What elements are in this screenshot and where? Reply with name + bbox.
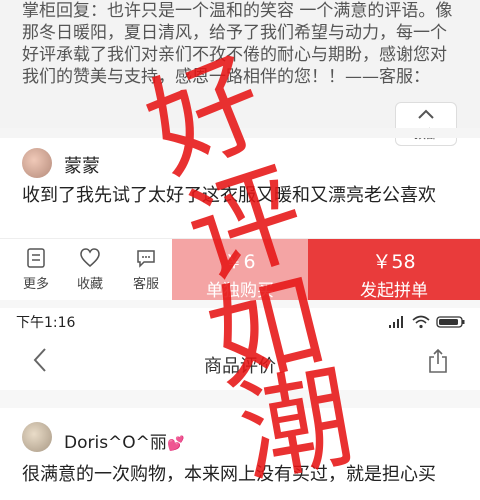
- reviewer-name: Doris^O^丽💕: [64, 428, 184, 453]
- group-label: 发起拼单: [360, 281, 428, 301]
- favorite-label: 收藏: [76, 277, 103, 292]
- heart-emoji-icon: 💕: [166, 436, 185, 452]
- menu-icon: [27, 248, 45, 268]
- avatar[interactable]: [22, 422, 52, 452]
- more-button[interactable]: 更多: [16, 247, 56, 292]
- status-time: 下午1:16: [16, 315, 76, 331]
- bottom-action-bar: 更多 收藏 客服 ￥6 单独购买 ￥58 发起拼单: [0, 238, 480, 301]
- wifi-icon: [412, 315, 430, 329]
- solo-price: ￥6: [224, 251, 256, 273]
- status-icons: [388, 314, 466, 333]
- group-buy-button[interactable]: ￥58 发起拼单: [308, 239, 480, 301]
- page-title: 商品评价: [204, 356, 276, 377]
- section-gap: [0, 390, 480, 408]
- divider: [0, 128, 480, 138]
- battery-icon: [436, 316, 465, 328]
- solo-label: 单独购买: [206, 281, 274, 301]
- upper-screenshot: 掌柜回复：也许只是一个温和的笑容 一个满意的评语。像那冬日暖阳，夏日清风，给予了…: [0, 0, 480, 301]
- favorite-button[interactable]: 收藏: [70, 247, 110, 292]
- share-icon[interactable]: [426, 348, 450, 378]
- navigation-bar: 商品评价: [0, 334, 480, 391]
- more-label: 更多: [22, 277, 49, 292]
- status-bar: 下午1:16: [0, 308, 480, 334]
- buy-alone-button[interactable]: ￥6 单独购买: [172, 239, 308, 301]
- heart-icon: [80, 248, 100, 267]
- group-price: ￥58: [372, 251, 416, 273]
- chat-icon: [137, 250, 155, 268]
- review-comment: 收到了我先试了太好了这衣服又暖和又漂亮老公喜欢: [22, 185, 436, 206]
- signal-icon: [388, 316, 403, 328]
- customer-service-label: 客服: [132, 277, 159, 292]
- customer-service-button[interactable]: 客服: [126, 247, 166, 292]
- seller-reply-text: 掌柜回复：也许只是一个温和的笑容 一个满意的评语。像那冬日暖阳，夏日清风，给予了…: [22, 1, 453, 87]
- back-to-top-button[interactable]: 顶部: [395, 102, 457, 146]
- screenshot-separator: [0, 300, 480, 308]
- avatar[interactable]: [22, 148, 52, 178]
- reviewer-name-text: Doris^O^丽: [64, 433, 167, 453]
- chevron-up-icon: [396, 105, 456, 125]
- review-comment: 很满意的一次购物，本来网上没有买过，就是担心买: [22, 464, 436, 485]
- reviewer-name: 蒙蒙: [64, 156, 100, 177]
